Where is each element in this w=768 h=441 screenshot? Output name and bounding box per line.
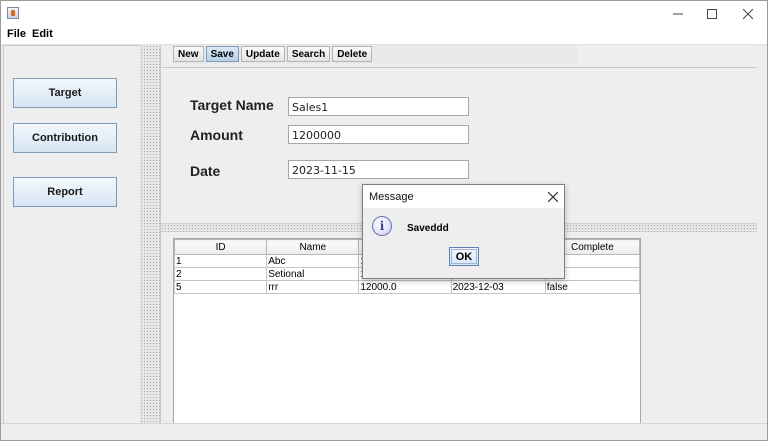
date-field[interactable]: 2023-11-15 bbox=[288, 160, 469, 179]
update-button[interactable]: Update bbox=[240, 46, 285, 62]
date-label: Date bbox=[190, 163, 221, 179]
table-cell[interactable]: 1 bbox=[173, 254, 268, 268]
delete-button[interactable]: Delete bbox=[332, 46, 373, 62]
report-button[interactable]: Report bbox=[13, 177, 117, 207]
contribution-button[interactable]: Contribution bbox=[13, 123, 117, 153]
amount-label: Amount bbox=[190, 127, 243, 143]
table-cell[interactable]: false bbox=[544, 280, 641, 294]
column-header-id[interactable]: ID bbox=[173, 239, 268, 255]
new-button[interactable]: New bbox=[173, 46, 204, 62]
save-button[interactable]: Save bbox=[205, 46, 239, 62]
dialog-title: Message bbox=[369, 191, 414, 203]
column-header-name[interactable]: Name bbox=[266, 239, 360, 255]
table-cell[interactable]: rrr bbox=[266, 280, 360, 294]
toolbar: New Save Update Search Delete bbox=[173, 45, 577, 64]
table-cell[interactable]: 5 bbox=[173, 280, 268, 294]
table-cell[interactable]: Abc bbox=[266, 254, 360, 268]
dialog-title-bar[interactable]: Message bbox=[363, 185, 564, 208]
java-app-icon bbox=[7, 7, 19, 19]
table-cell[interactable]: 2023-12-03 bbox=[450, 280, 546, 294]
target-name-label: Target Name bbox=[190, 97, 274, 113]
amount-field[interactable]: 1200000 bbox=[288, 125, 469, 144]
information-icon: i bbox=[372, 216, 392, 236]
vertical-split-divider[interactable] bbox=[140, 45, 160, 423]
navigation-panel: Target Contribution Report bbox=[3, 45, 141, 425]
app-window: File Edit Target Contribution Report New… bbox=[0, 0, 768, 441]
menu-bar: File Edit bbox=[1, 27, 767, 44]
ok-button[interactable]: OK bbox=[449, 247, 479, 266]
close-icon[interactable] bbox=[547, 188, 559, 205]
status-bar bbox=[1, 423, 767, 440]
message-dialog: Message i Saveddd OK bbox=[362, 184, 565, 279]
target-button[interactable]: Target bbox=[13, 78, 117, 108]
search-button[interactable]: Search bbox=[286, 46, 331, 62]
menu-edit[interactable]: Edit bbox=[32, 28, 53, 40]
target-name-field[interactable]: Sales1 bbox=[288, 97, 469, 116]
table-row[interactable]: 5 rrr 12000.0 2023-12-03 false bbox=[173, 280, 641, 294]
table-cell[interactable]: Setional bbox=[266, 267, 360, 281]
title-bar bbox=[1, 1, 767, 27]
close-window-icon[interactable] bbox=[731, 1, 765, 27]
dialog-message: Saveddd bbox=[407, 223, 449, 234]
toolbar-separator bbox=[161, 67, 757, 68]
menu-file[interactable]: File bbox=[7, 28, 26, 40]
maximize-icon[interactable] bbox=[695, 1, 729, 27]
table-cell[interactable]: 12000.0 bbox=[358, 280, 452, 294]
table-cell[interactable]: 2 bbox=[173, 267, 268, 281]
minimize-icon[interactable] bbox=[661, 1, 695, 27]
